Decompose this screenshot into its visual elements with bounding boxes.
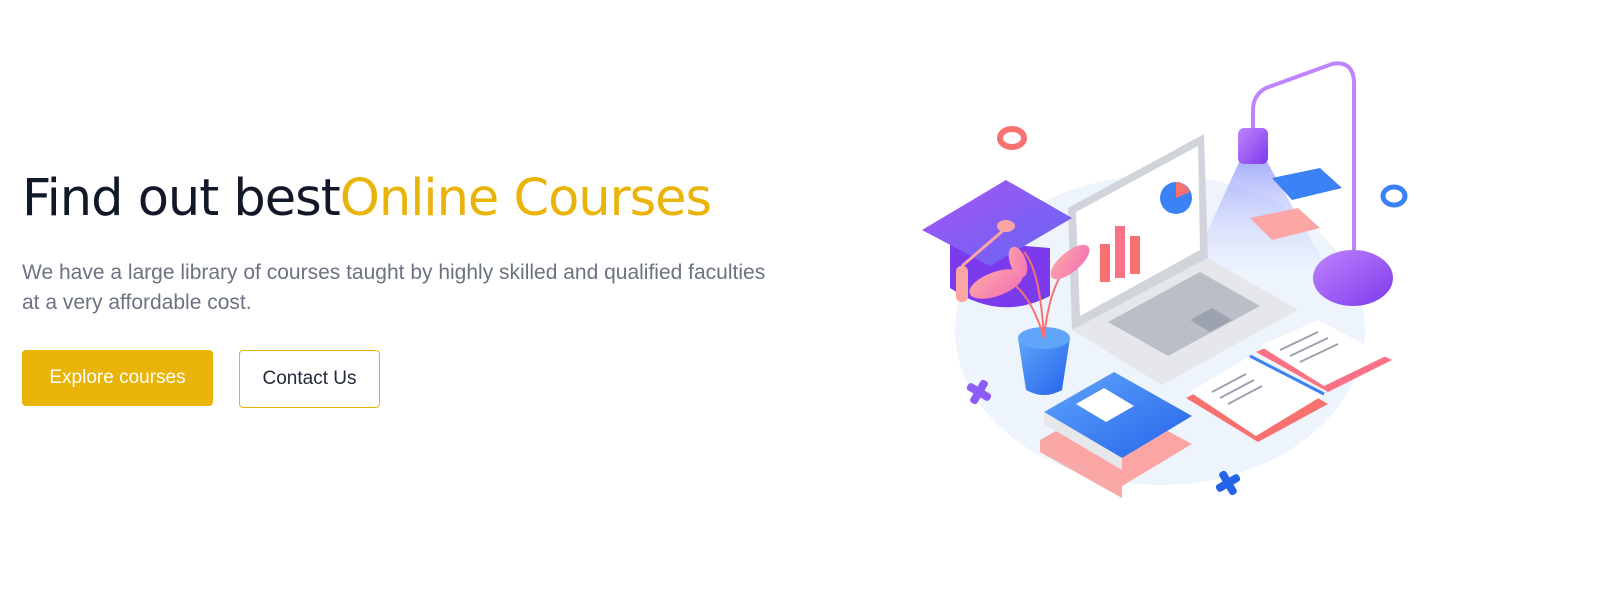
hero-text: Find out bestOnline Courses We have a la…	[22, 168, 822, 408]
hero-description: We have a large library of courses taugh…	[22, 261, 766, 314]
ring-decoration-icon	[1380, 184, 1408, 208]
hero-actions: Explore courses Contact Us	[22, 350, 822, 408]
ring-decoration-icon	[997, 126, 1027, 150]
online-learning-illustration	[922, 61, 1408, 498]
hero-title-highlight: Online Courses	[339, 169, 712, 228]
contact-us-button[interactable]: Contact Us	[239, 350, 380, 408]
hero-title-prefix: Find out best	[22, 169, 341, 228]
explore-courses-button[interactable]: Explore courses	[22, 350, 213, 406]
hero-title: Find out bestOnline Courses	[22, 168, 822, 230]
